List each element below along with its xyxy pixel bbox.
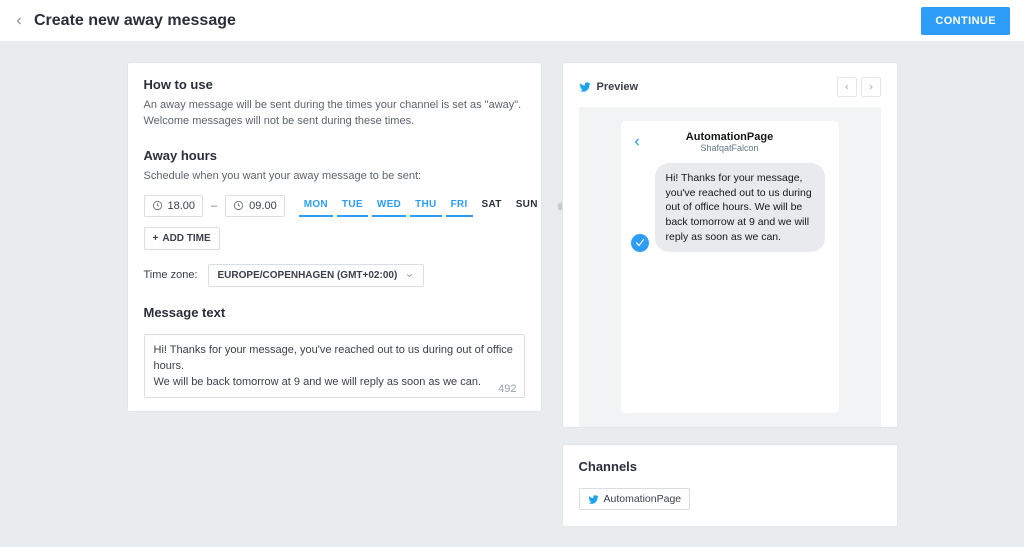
preview-canvas: AutomationPage ShafqatFalcon Hi! Thanks …: [579, 107, 881, 427]
preview-label: Preview: [597, 81, 639, 93]
channel-name: AutomationPage: [604, 493, 682, 505]
timezone-value: EUROPE/COPENHAGEN (GMT+02:00): [218, 270, 398, 281]
time-to-value: 09.00: [249, 200, 277, 212]
how-to-use-title: How to use: [144, 77, 525, 92]
preview-phone: AutomationPage ShafqatFalcon Hi! Thanks …: [621, 121, 839, 413]
avatar: [631, 234, 649, 252]
continue-button[interactable]: CONTINUE: [921, 7, 1010, 35]
back-button[interactable]: [10, 12, 28, 30]
preview-next-button[interactable]: [861, 77, 881, 97]
day-thu[interactable]: THU: [410, 195, 441, 217]
how-to-use-body: An away message will be sent during the …: [144, 98, 525, 130]
day-mon[interactable]: MON: [299, 195, 333, 217]
preview-card: Preview A: [562, 62, 898, 428]
day-fri[interactable]: FRI: [446, 195, 473, 217]
away-hours-subtitle: Schedule when you want your away message…: [144, 169, 525, 185]
clock-icon: [233, 200, 244, 211]
message-text-title: Message text: [144, 305, 525, 320]
time-range-row: 18.00 – 09.00 MON TUE WED THU FRI SAT SU: [144, 195, 525, 217]
preview-page-handle: ShafqatFalcon: [631, 143, 829, 153]
char-count: 492: [144, 383, 525, 395]
day-wed[interactable]: WED: [372, 195, 406, 217]
day-sun[interactable]: SUN: [511, 195, 543, 217]
chevron-down-icon: [405, 271, 414, 280]
plus-icon: +: [153, 233, 159, 244]
timezone-row: Time zone: EUROPE/COPENHAGEN (GMT+02:00): [144, 264, 525, 287]
page-body: How to use An away message will be sent …: [0, 42, 1024, 547]
message-bubble: Hi! Thanks for your message, you've reac…: [655, 163, 825, 252]
day-tue[interactable]: TUE: [337, 195, 368, 217]
time-separator: –: [211, 200, 217, 212]
away-hours-title: Away hours: [144, 148, 525, 163]
channels-card: Channels AutomationPage: [562, 444, 898, 527]
clock-icon: [152, 200, 163, 211]
config-card: How to use An away message will be sent …: [127, 62, 542, 412]
channel-chip[interactable]: AutomationPage: [579, 488, 691, 510]
time-to-input[interactable]: 09.00: [225, 195, 285, 217]
twitter-icon: [579, 81, 591, 93]
time-from-input[interactable]: 18.00: [144, 195, 204, 217]
time-from-value: 18.00: [168, 200, 196, 212]
timezone-label: Time zone:: [144, 269, 198, 281]
day-sat[interactable]: SAT: [477, 195, 507, 217]
add-time-button[interactable]: + ADD TIME: [144, 227, 220, 250]
add-time-label: ADD TIME: [162, 233, 210, 244]
channels-title: Channels: [579, 459, 881, 474]
day-picker: MON TUE WED THU FRI SAT SUN: [299, 195, 543, 217]
preview-page-title: AutomationPage: [631, 131, 829, 143]
twitter-icon: [588, 494, 599, 505]
page-title: Create new away message: [34, 12, 236, 30]
preview-prev-button[interactable]: [837, 77, 857, 97]
topbar: Create new away message CONTINUE: [0, 0, 1024, 42]
timezone-select[interactable]: EUROPE/COPENHAGEN (GMT+02:00): [208, 264, 425, 287]
